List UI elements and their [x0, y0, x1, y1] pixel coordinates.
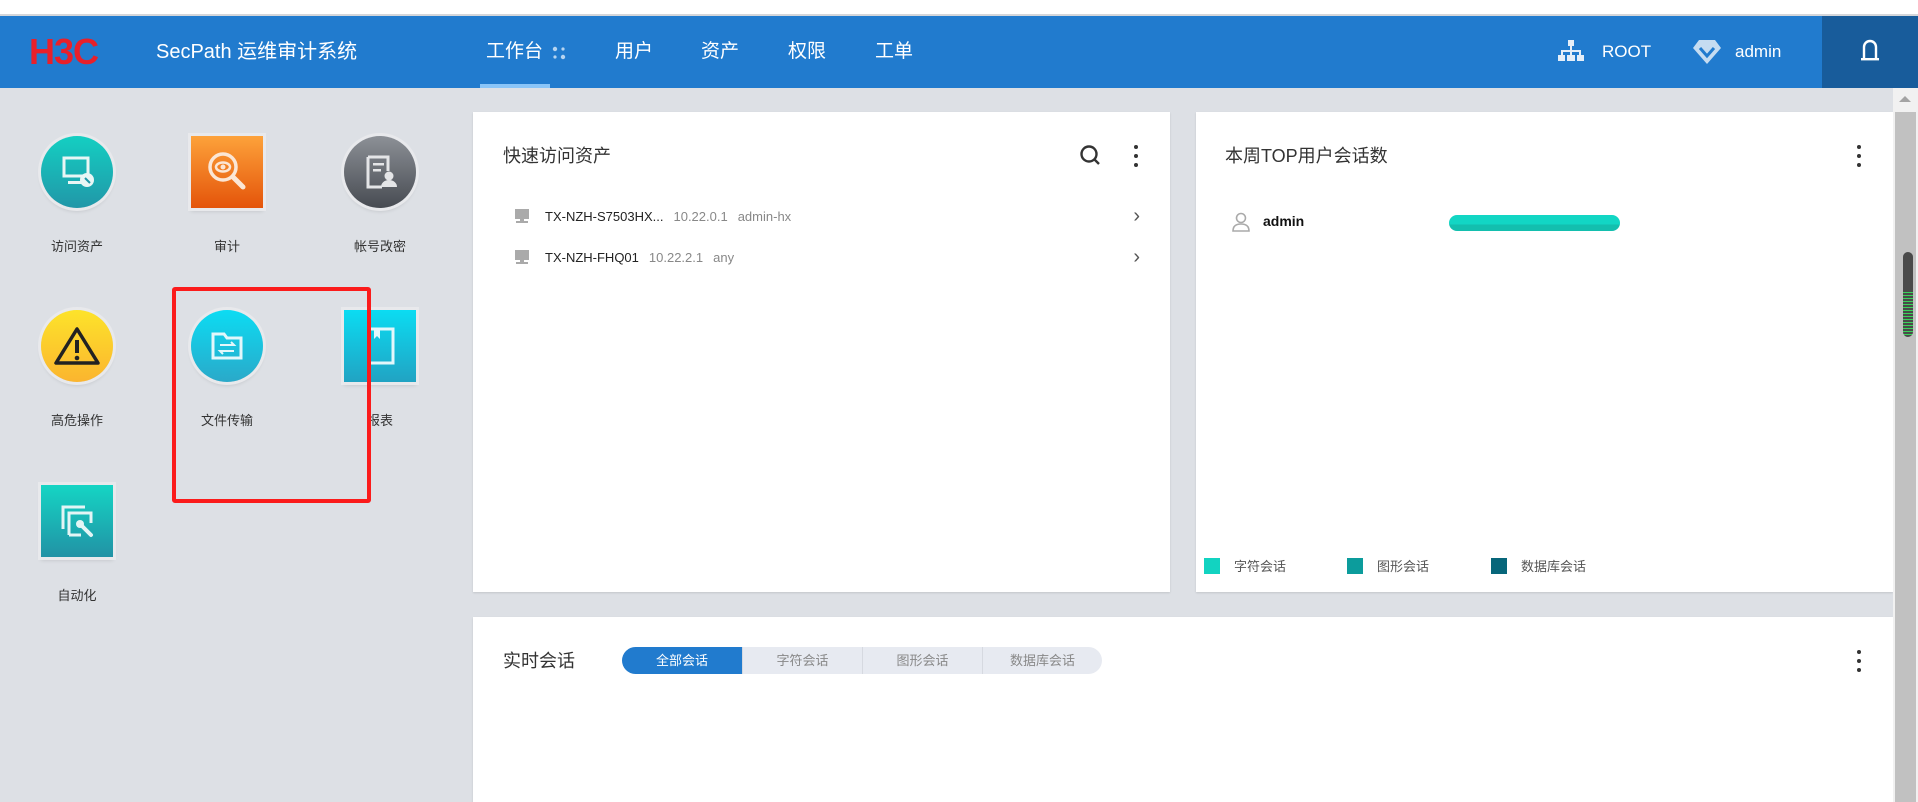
- nav-tickets[interactable]: 工单: [875, 40, 913, 64]
- chevron-right-icon[interactable]: ›: [1133, 205, 1140, 228]
- top-users-card: 本周TOP用户会话数 admin 字符会话 图形会话 数据库会话: [1196, 112, 1893, 592]
- user-name: admin: [1263, 213, 1305, 229]
- legend-item: 数据库会话: [1491, 556, 1586, 575]
- more-menu-icon[interactable]: [1854, 145, 1864, 167]
- tab-database-sessions[interactable]: 数据库会话: [982, 647, 1102, 674]
- nav-users[interactable]: 用户: [615, 40, 653, 64]
- monitor-icon: [515, 250, 529, 264]
- quick-access-assets-card: 快速访问资产 TX-NZH-S7503HX... 10.22.0.1 admin…: [473, 112, 1170, 592]
- session-count-bar: [1449, 215, 1620, 231]
- tile-label: 帐号改密: [353, 239, 406, 254]
- chevron-right-icon[interactable]: ›: [1133, 246, 1140, 269]
- asset-name: TX-NZH-S7503HX...: [545, 208, 664, 224]
- notifications-button[interactable]: [1822, 16, 1918, 88]
- asset-account: admin-hx: [737, 208, 792, 224]
- org-tree-icon[interactable]: [1558, 38, 1584, 64]
- asset-name: TX-NZH-FHQ01: [545, 249, 639, 265]
- session-type-tabs: 全部会话 字符会话 图形会话 数据库会话: [622, 647, 1102, 674]
- card-title: 实时会话: [503, 651, 575, 671]
- legend-swatch: [1204, 557, 1220, 574]
- more-menu-icon[interactable]: [1131, 145, 1141, 167]
- legend-item: 字符会话: [1204, 556, 1286, 575]
- asset-account: any: [713, 249, 735, 265]
- expand-icon[interactable]: [552, 46, 566, 60]
- nav-workbench[interactable]: 工作台: [486, 40, 543, 64]
- bell-icon: [1861, 39, 1879, 61]
- legend-label: 字符会话: [1234, 559, 1287, 574]
- monitor-icon: [515, 209, 529, 223]
- tile-high-risk[interactable]: 高危操作: [2, 310, 152, 429]
- asset-ip: 10.22.0.1: [673, 208, 728, 224]
- tab-all-sessions[interactable]: 全部会话: [622, 647, 742, 674]
- tab-character-sessions[interactable]: 字符会话: [742, 647, 862, 674]
- tile-audit[interactable]: 审计: [152, 136, 302, 255]
- user-icon: [1232, 212, 1250, 232]
- top-header: H3C SecPath 运维审计系统 工作台 用户 资产 权限 工单 ROOT …: [0, 16, 1918, 88]
- tile-label: 访问资产: [50, 239, 103, 254]
- browser-top-strip: [0, 0, 1918, 16]
- warning-icon: [41, 310, 113, 382]
- legend-swatch: [1347, 557, 1363, 574]
- asset-row[interactable]: TX-NZH-S7503HX... 10.22.0.1 admin-hx ›: [513, 204, 1140, 228]
- tile-password-change[interactable]: 帐号改密: [305, 136, 455, 255]
- tab-graphic-sessions[interactable]: 图形会话: [862, 647, 982, 674]
- account-doc-icon: [344, 136, 416, 208]
- scroll-up-arrow-icon[interactable]: [1899, 96, 1911, 102]
- h3c-logo: H3C: [29, 31, 99, 72]
- vertical-scrollbar[interactable]: [1893, 88, 1918, 802]
- highlight-annotation-box: [172, 287, 371, 503]
- legend-label: 图形会话: [1377, 559, 1430, 574]
- tile-label: 高危操作: [50, 413, 103, 428]
- app-title: SecPath 运维审计系统: [156, 41, 358, 63]
- scroll-thumb[interactable]: [1903, 252, 1913, 337]
- legend-swatch: [1491, 557, 1507, 574]
- realtime-sessions-card: 实时会话 全部会话 字符会话 图形会话 数据库会话: [473, 617, 1893, 802]
- tile-automation[interactable]: 自动化: [2, 485, 152, 604]
- audit-eye-search-icon: [191, 136, 263, 208]
- asset-ip: 10.22.2.1: [648, 249, 704, 265]
- nav-permissions[interactable]: 权限: [788, 40, 826, 64]
- diamond-user-icon[interactable]: [1692, 39, 1722, 65]
- active-nav-indicator: [480, 84, 550, 88]
- card-title: 本周TOP用户会话数: [1225, 146, 1388, 166]
- scroll-track[interactable]: [1895, 112, 1916, 802]
- tile-access-assets[interactable]: 访问资产: [2, 136, 152, 255]
- search-icon[interactable]: [1079, 144, 1101, 166]
- monitor-cursor-icon: [41, 136, 113, 208]
- nav-assets[interactable]: 资产: [701, 40, 739, 64]
- tile-label: 自动化: [57, 588, 97, 603]
- card-title: 快速访问资产: [503, 146, 611, 166]
- org-label[interactable]: ROOT: [1602, 42, 1651, 62]
- automation-wrench-icon: [41, 485, 113, 557]
- legend-item: 图形会话: [1347, 556, 1429, 575]
- tile-label: 审计: [213, 239, 240, 254]
- asset-row[interactable]: TX-NZH-FHQ01 10.22.2.1 any ›: [513, 245, 1140, 269]
- user-menu[interactable]: admin: [1735, 42, 1781, 62]
- more-menu-icon[interactable]: [1854, 650, 1864, 672]
- legend-label: 数据库会话: [1521, 559, 1587, 574]
